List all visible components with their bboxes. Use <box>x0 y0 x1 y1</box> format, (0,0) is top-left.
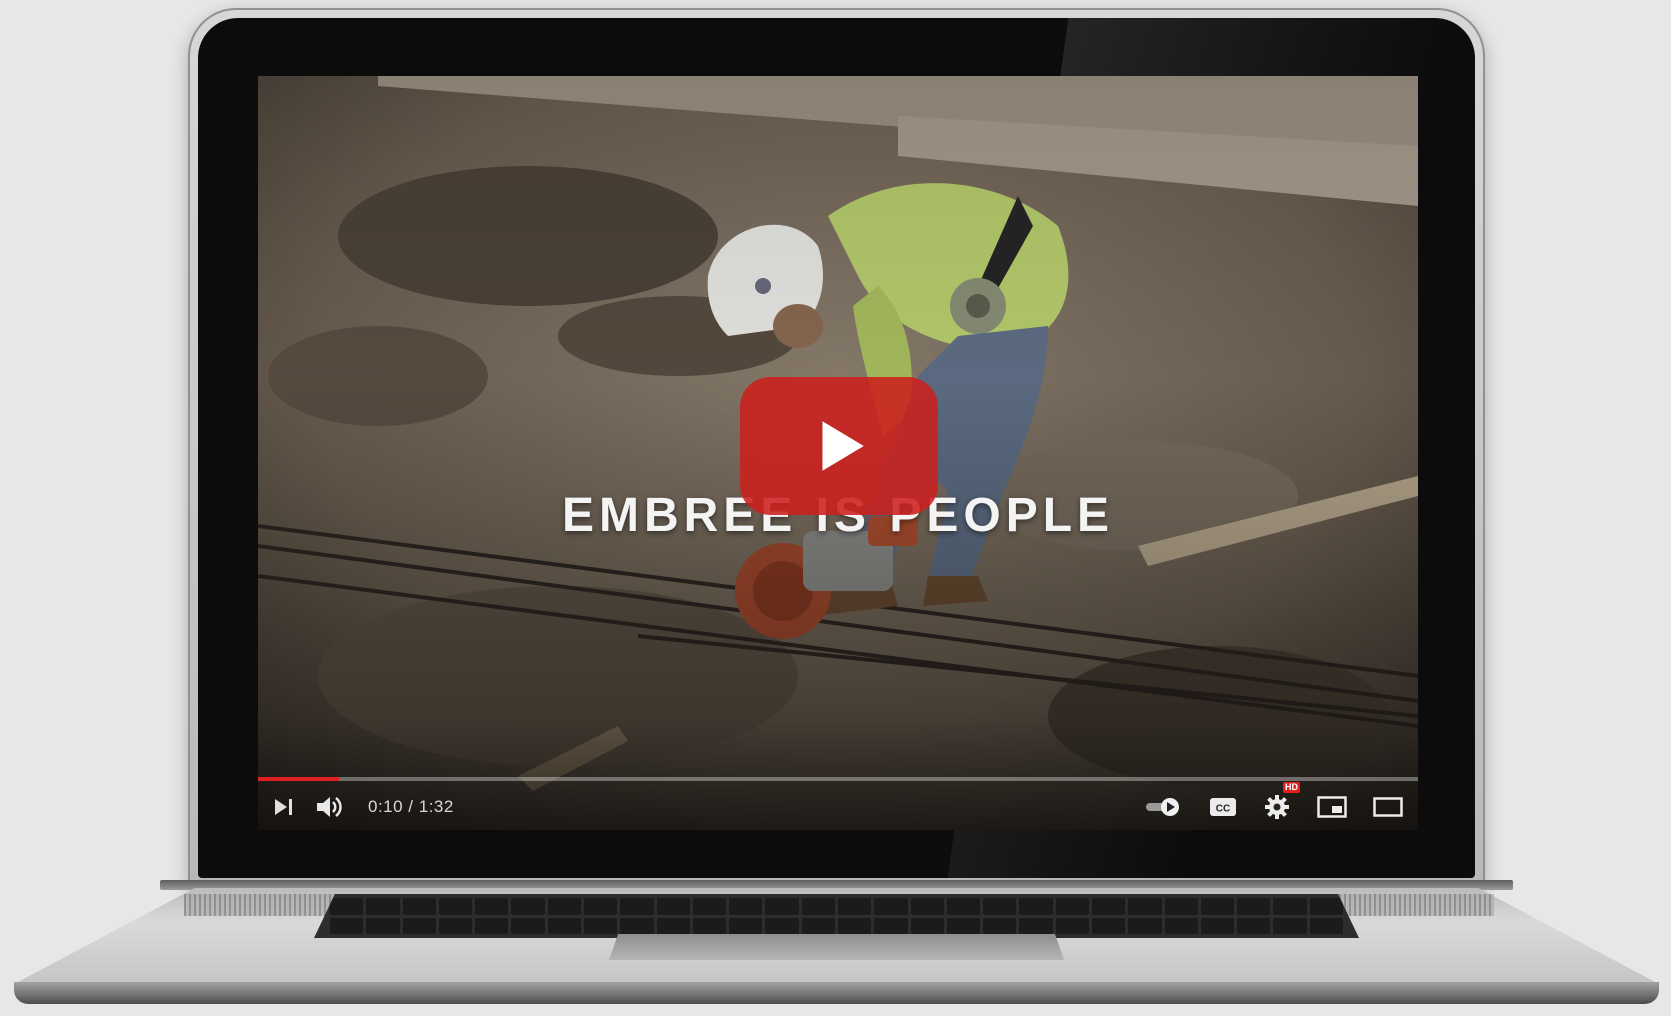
keyboard-key <box>1273 917 1307 934</box>
time-display: 0:10 / 1:32 <box>368 797 454 816</box>
keyboard-key <box>1055 917 1089 934</box>
keyboard-key <box>330 917 364 934</box>
keyboard-key <box>801 917 835 934</box>
volume-button[interactable] <box>310 787 350 827</box>
volume-icon <box>317 797 342 817</box>
keyboard-key <box>511 898 545 915</box>
keyboard-key <box>692 898 727 915</box>
keyboard-key <box>1200 917 1235 934</box>
keyboard-key <box>765 917 799 934</box>
player-controls: 0:10 / 1:32 CC HD <box>258 782 1418 830</box>
play-button[interactable] <box>740 377 938 515</box>
laptop-base <box>14 888 1659 1008</box>
keyboard-key <box>983 898 1017 915</box>
keyboard-key <box>765 898 799 915</box>
keyboard-key <box>874 917 908 934</box>
svg-text:CC: CC <box>1216 804 1230 815</box>
keyboard-key <box>1164 898 1198 915</box>
keyboard-key <box>330 898 364 915</box>
keyboard-key <box>1091 898 1126 915</box>
keyboard-key <box>692 917 727 934</box>
hd-badge: HD <box>1283 782 1300 793</box>
keyboard-key <box>874 898 908 915</box>
video-player[interactable]: EMBREE IS PEOPLE 0:10 / 1:32 CC HD <box>258 76 1418 830</box>
next-button[interactable] <box>268 787 300 827</box>
keyboard-key <box>946 917 981 934</box>
right-speaker-grille <box>1324 894 1494 916</box>
keyboard-key <box>729 898 763 915</box>
keyboard-key <box>1128 898 1162 915</box>
keyboard-key <box>1237 898 1271 915</box>
keyboard-key <box>366 917 400 934</box>
keyboard-key <box>656 917 690 934</box>
keyboard-key <box>837 917 872 934</box>
keyboard-key <box>583 898 618 915</box>
keyboard-key <box>547 917 581 934</box>
keyboard-key <box>547 898 581 915</box>
keyboard-key <box>910 898 944 915</box>
keyboard-key <box>910 917 944 934</box>
laptop-mockup: EMBREE IS PEOPLE 0:10 / 1:32 CC HD <box>0 0 1671 1016</box>
keyboard-key <box>1200 898 1235 915</box>
keyboard <box>314 894 1359 938</box>
keyboard-key <box>1309 917 1343 934</box>
keyboard-key <box>1273 898 1307 915</box>
keyboard-key <box>1091 917 1126 934</box>
keyboard-key <box>366 898 400 915</box>
autoplay-toggle-icon <box>1146 798 1179 816</box>
keyboard-key <box>983 917 1017 934</box>
keyboard-key <box>946 898 981 915</box>
captions-icon: CC <box>1210 798 1236 816</box>
keyboard-key <box>1055 898 1089 915</box>
miniplayer-button[interactable] <box>1316 787 1348 827</box>
keyboard-key <box>1164 917 1198 934</box>
settings-button[interactable]: HD <box>1262 782 1300 827</box>
keyboard-key <box>475 917 509 934</box>
keyboard-key <box>620 898 654 915</box>
keyboard-key <box>656 898 690 915</box>
keyboard-key <box>620 917 654 934</box>
keyboard-key <box>837 898 872 915</box>
keyboard-key <box>475 898 509 915</box>
keyboard-key <box>1237 917 1271 934</box>
settings-icon <box>1265 795 1289 819</box>
miniplayer-icon <box>1317 796 1347 818</box>
play-icon <box>822 421 864 471</box>
keyboard-key <box>511 917 545 934</box>
theater-mode-icon <box>1373 797 1403 817</box>
captions-button[interactable]: CC <box>1208 787 1238 827</box>
keyboard-key <box>1309 898 1343 915</box>
keyboard-key <box>438 898 473 915</box>
keyboard-key <box>1128 917 1162 934</box>
autoplay-toggle[interactable] <box>1144 787 1184 827</box>
trackpad <box>609 934 1064 960</box>
progress-fill <box>258 777 340 781</box>
keyboard-key <box>1019 898 1053 915</box>
keyboard-key <box>402 898 436 915</box>
keyboard-key <box>729 917 763 934</box>
keyboard-key <box>402 917 436 934</box>
progress-bar[interactable] <box>258 777 1418 781</box>
keyboard-key <box>801 898 835 915</box>
keyboard-key <box>583 917 618 934</box>
next-icon <box>275 799 292 815</box>
theater-mode-button[interactable] <box>1372 787 1404 827</box>
keyboard-key <box>438 917 473 934</box>
base-front-edge <box>14 982 1659 1004</box>
keyboard-key <box>1019 917 1053 934</box>
